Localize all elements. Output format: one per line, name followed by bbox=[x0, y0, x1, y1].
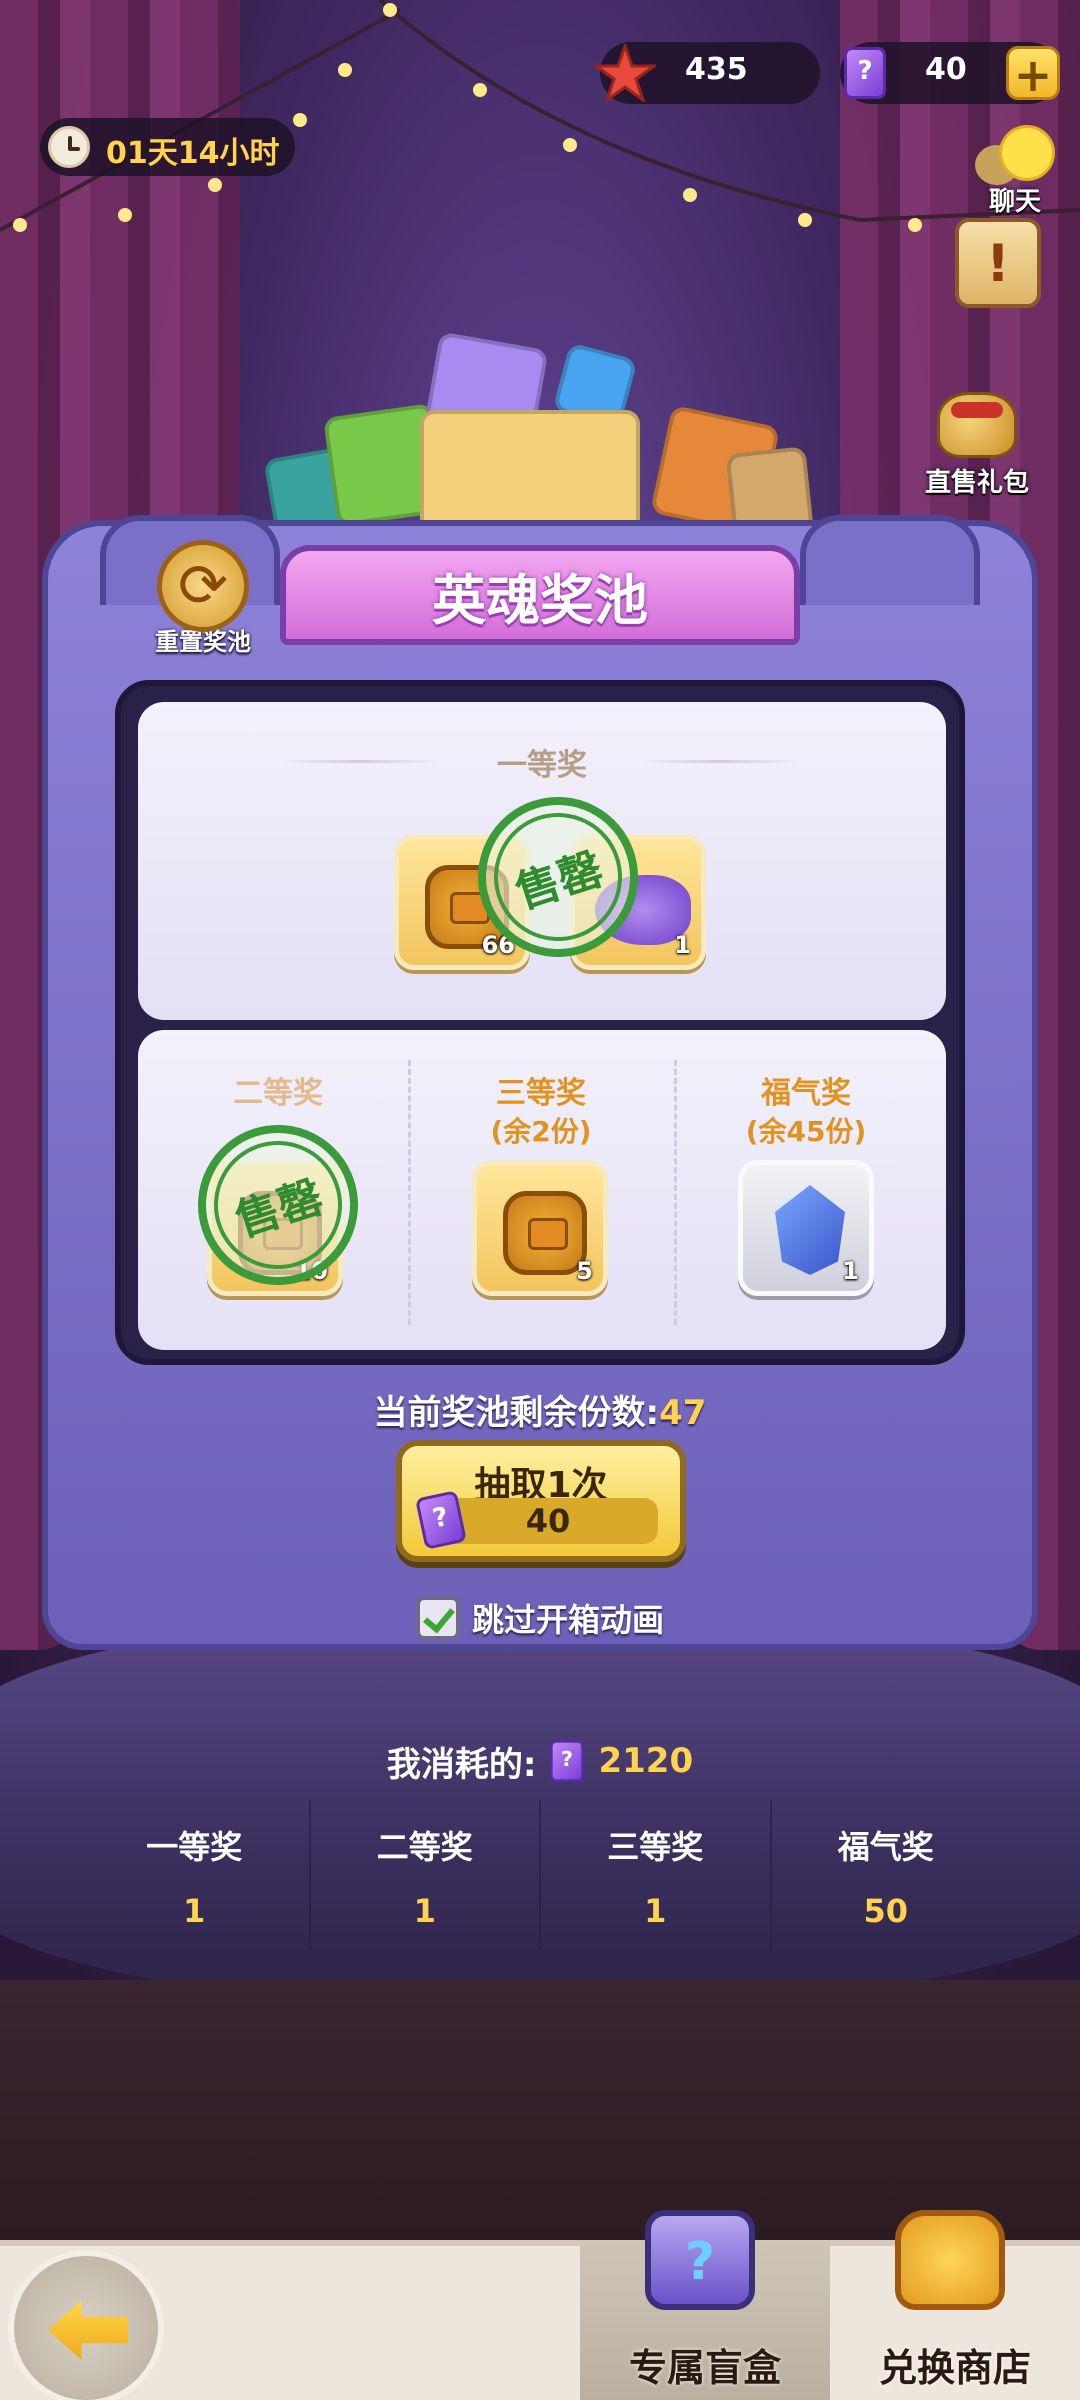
tab-exchange-shop-label: 兑换商店 bbox=[878, 2346, 1031, 2390]
stat-first-prize: 一等奖 1 bbox=[80, 1800, 311, 1950]
pool-remaining: 当前奖池剩余份数:47 bbox=[0, 1385, 1080, 1434]
timer-text: 01天14小时 bbox=[106, 136, 280, 171]
add-ticket-button[interactable]: + bbox=[1006, 46, 1060, 101]
item-count: 5 bbox=[576, 1257, 593, 1285]
pool-remaining-label: 当前奖池剩余份数: bbox=[373, 1393, 660, 1433]
stat-lucky-prize: 福气奖 50 bbox=[772, 1800, 1001, 1950]
sold-out-text: 售罄 bbox=[229, 1171, 330, 1248]
notice-button[interactable]: ! bbox=[955, 218, 1041, 308]
pool-remaining-value: 47 bbox=[659, 1393, 707, 1433]
tab-mystery-box-label: 专属盲盒 bbox=[628, 2346, 781, 2390]
refresh-icon bbox=[157, 540, 249, 632]
stat-label: 一等奖 bbox=[146, 1828, 243, 1866]
treasure-pile bbox=[260, 320, 820, 550]
ticket-icon bbox=[550, 1740, 585, 1782]
gift-pack-label: 直售礼包 bbox=[925, 468, 1030, 498]
skip-animation-label[interactable]: 跳过开箱动画 bbox=[472, 1595, 664, 1641]
sold-out-text: 售罄 bbox=[509, 843, 610, 920]
skip-animation-checkbox[interactable] bbox=[415, 1596, 460, 1640]
first-prize-title: 一等奖 bbox=[497, 748, 587, 783]
ticket-currency: 40 + bbox=[840, 42, 1060, 104]
lucky-prize-remaining: (余45份) bbox=[745, 1115, 867, 1148]
stat-value: 1 bbox=[183, 1892, 206, 1930]
blue-crystal-icon bbox=[775, 1185, 845, 1275]
stat-third-prize: 三等奖 1 bbox=[541, 1800, 772, 1950]
third-prize-item[interactable]: 5 bbox=[472, 1160, 608, 1296]
gold-coin-icon bbox=[503, 1191, 587, 1275]
ticket-value: 40 bbox=[925, 52, 967, 87]
pool-title: 英魂奖池 bbox=[432, 568, 648, 632]
stat-value: 1 bbox=[644, 1892, 667, 1930]
back-arrow-icon bbox=[48, 2300, 128, 2360]
stat-label: 福气奖 bbox=[837, 1828, 934, 1866]
shop-mascot-icon bbox=[895, 2210, 1015, 2320]
stat-label: 三等奖 bbox=[607, 1828, 704, 1866]
back-button[interactable] bbox=[8, 2250, 164, 2400]
third-prize-remaining: (余2份) bbox=[490, 1115, 592, 1148]
mystery-box-icon bbox=[645, 2210, 765, 2320]
stage-floor bbox=[0, 1980, 1080, 2240]
chat-button[interactable]: 聊天 bbox=[975, 125, 1055, 218]
stat-second-prize: 二等奖 1 bbox=[311, 1800, 541, 1950]
pool-title-banner: 英魂奖池 bbox=[280, 545, 800, 645]
event-timer: 01天14小时 bbox=[40, 118, 295, 176]
starfish-currency: 435 bbox=[594, 42, 820, 104]
consumed-summary: 我消耗的: 2120 bbox=[0, 1735, 1080, 1787]
second-prize-title: 二等奖 bbox=[233, 1076, 323, 1111]
lucky-prize-title: 福气奖 bbox=[761, 1076, 851, 1111]
third-prize-title: 三等奖 bbox=[496, 1076, 586, 1111]
draw-cost-bar: 40 bbox=[438, 1498, 658, 1544]
item-count: 1 bbox=[842, 1257, 859, 1285]
starfish-icon bbox=[590, 42, 660, 104]
skip-animation-row: 跳过开箱动画 bbox=[0, 1595, 1080, 1641]
stat-value: 50 bbox=[863, 1892, 909, 1930]
item-count: 1 bbox=[674, 931, 691, 959]
lucky-prize-item[interactable]: 1 bbox=[738, 1160, 874, 1296]
gift-pack-button[interactable]: 直售礼包 bbox=[925, 372, 1029, 499]
consumed-label: 我消耗的: bbox=[386, 1744, 537, 1785]
scroll-notice-icon: ! bbox=[955, 218, 1041, 308]
stat-value: 1 bbox=[413, 1892, 436, 1930]
ticket-icon bbox=[830, 42, 900, 104]
clock-icon bbox=[48, 126, 90, 168]
machine-ear-right bbox=[800, 515, 980, 605]
draw-once-button[interactable]: 抽取1次 40 bbox=[396, 1440, 686, 1562]
gift-bag-icon bbox=[927, 372, 1027, 458]
consumed-value: 2120 bbox=[598, 1741, 694, 1781]
tab-mystery-box[interactable]: 专属盲盒 bbox=[580, 2210, 830, 2400]
stat-label: 二等奖 bbox=[376, 1828, 473, 1866]
starfish-value: 435 bbox=[685, 52, 748, 87]
prize-stats: 一等奖 1 二等奖 1 三等奖 1 福气奖 50 bbox=[80, 1800, 1000, 1950]
draw-cost: 40 bbox=[525, 1502, 571, 1540]
chat-icon bbox=[975, 125, 1055, 195]
tab-exchange-shop[interactable]: 兑换商店 bbox=[830, 2210, 1080, 2400]
reset-pool-button[interactable]: 重置奖池 bbox=[148, 540, 258, 657]
